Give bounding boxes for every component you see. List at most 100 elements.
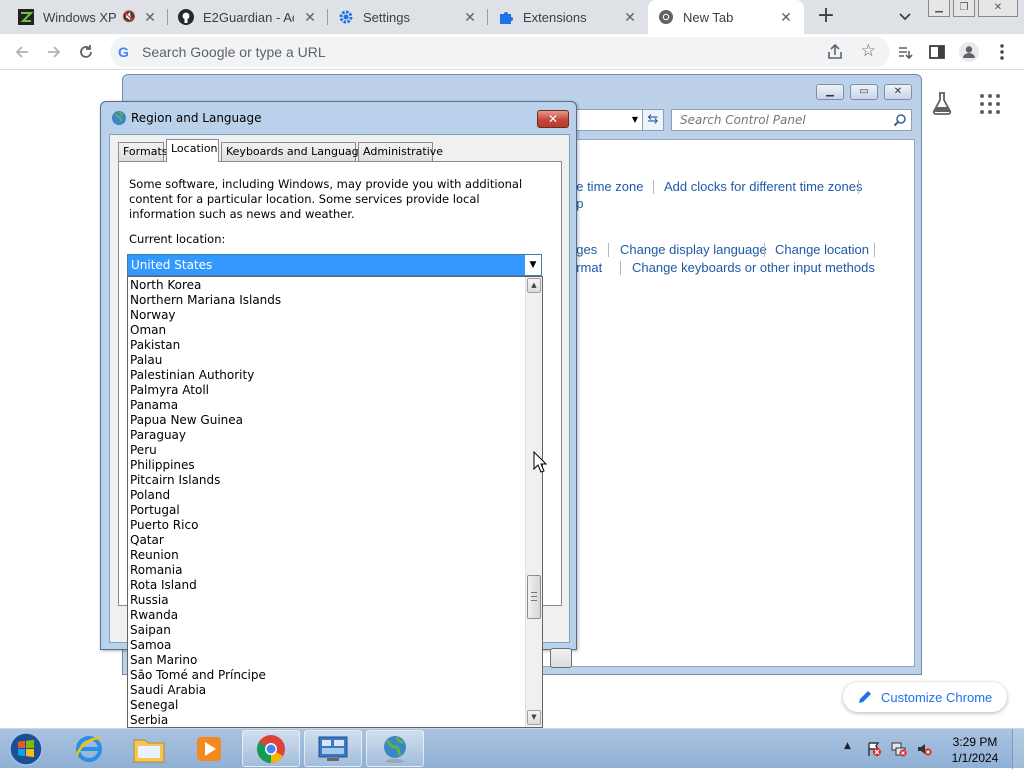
taskbar-file-explorer[interactable] (120, 730, 178, 767)
link-change-display-language[interactable]: Change display language (620, 242, 767, 257)
minimize-button[interactable]: ▁ (928, 0, 950, 17)
network-icon[interactable] (891, 741, 907, 757)
action-center-flag-icon[interactable] (866, 741, 882, 757)
zigzag-logo-icon (18, 9, 34, 25)
tab-e2guardian[interactable]: E2Guardian - Acc ✕ (168, 0, 328, 34)
scroll-up-button[interactable]: ▲ (527, 278, 541, 293)
close-tab-icon[interactable]: ✕ (142, 9, 158, 25)
taskbar-clock[interactable]: 3:29 PM 1/1/2024 (942, 734, 1008, 766)
location-option[interactable]: Qatar (130, 533, 164, 548)
apps-grid-icon[interactable] (980, 94, 1000, 114)
location-option[interactable]: Pakistan (130, 338, 180, 353)
refresh-icon[interactable]: ⇆ (642, 109, 664, 131)
bookmark-star-icon[interactable]: ☆ (861, 41, 876, 61)
close-tab-icon[interactable]: ✕ (778, 9, 794, 25)
tab-extensions[interactable]: Extensions ✕ (488, 0, 648, 34)
location-option[interactable]: Palmyra Atoll (130, 383, 209, 398)
location-option[interactable]: Portugal (130, 503, 180, 518)
location-option[interactable]: Saudi Arabia (130, 683, 206, 698)
location-combo[interactable]: United States ▼ (127, 254, 542, 276)
omnibox[interactable]: G Search Google or type a URL ☆ (110, 37, 890, 67)
link-add-clocks[interactable]: Add clocks for different time zones (664, 179, 862, 194)
location-option[interactable]: Rwanda (130, 608, 178, 623)
taskbar: ▲ 3:29 PM 1/1/2024 (0, 728, 1024, 769)
close-window-button[interactable]: ✕ (978, 0, 1018, 17)
location-option[interactable]: San Marino (130, 653, 197, 668)
location-option[interactable]: Senegal (130, 698, 178, 713)
show-desktop-button[interactable] (1012, 729, 1024, 769)
location-option[interactable]: Reunion (130, 548, 179, 563)
labs-flask-icon[interactable] (931, 91, 953, 115)
taskbar-internet-explorer[interactable] (60, 730, 118, 767)
location-option[interactable]: Philippines (130, 458, 195, 473)
location-option[interactable]: Paraguay (130, 428, 186, 443)
close-tab-icon[interactable]: ✕ (302, 9, 318, 25)
tab-formats[interactable]: Formats (118, 142, 168, 162)
location-option[interactable]: Panama (130, 398, 178, 413)
link-change-keyboards[interactable]: Change keyboards or other input methods (632, 260, 875, 275)
search-control-panel-input[interactable]: Search Control Panel (671, 109, 912, 131)
link-change-location[interactable]: Change location (775, 242, 869, 257)
tab-keyboards-and-languages[interactable]: Keyboards and Languages (221, 142, 371, 162)
mute-icon[interactable]: 🔇 (122, 10, 136, 23)
location-option[interactable]: Papua New Guinea (130, 413, 243, 428)
start-button[interactable] (4, 731, 48, 767)
location-option[interactable]: Norway (130, 308, 176, 323)
show-hidden-icons-icon[interactable]: ▲ (844, 741, 860, 757)
location-option[interactable]: Oman (130, 323, 166, 338)
menu-kebab-icon[interactable] (992, 42, 1012, 62)
customize-chrome-button[interactable]: Customize Chrome (843, 682, 1007, 712)
tab-new-tab[interactable]: New Tab ✕ (648, 0, 804, 34)
share-icon[interactable] (826, 43, 844, 61)
chevron-down-icon[interactable] (895, 8, 915, 26)
location-option[interactable]: Palau (130, 353, 162, 368)
reload-icon[interactable] (76, 42, 96, 62)
tab-settings[interactable]: Settings ✕ (328, 0, 488, 34)
ok-button[interactable] (550, 648, 572, 668)
location-option[interactable]: Samoa (130, 638, 171, 653)
location-option[interactable]: Russia (130, 593, 169, 608)
volume-muted-icon[interactable] (916, 741, 932, 757)
taskbar-chrome[interactable] (242, 730, 300, 767)
back-arrow-icon[interactable] (12, 42, 32, 62)
location-option[interactable]: Northern Mariana Islands (130, 293, 281, 308)
location-option[interactable]: Romania (130, 563, 182, 578)
taskbar-media-player[interactable] (180, 730, 238, 767)
profile-avatar-icon[interactable] (959, 42, 979, 62)
location-option[interactable]: North Korea (130, 278, 201, 293)
cp-minimize-button[interactable]: ▁ (816, 84, 844, 100)
new-tab-button[interactable]: + (815, 5, 837, 28)
dropdown-arrow-icon[interactable]: ▼ (632, 115, 638, 124)
dialog-close-button[interactable]: ✕ (537, 110, 569, 128)
dropdown-arrow-icon[interactable]: ▼ (525, 255, 541, 275)
location-option[interactable]: Palestinian Authority (130, 368, 254, 383)
cp-close-button[interactable]: ✕ (884, 84, 912, 100)
scroll-thumb[interactable] (527, 575, 541, 619)
location-option[interactable]: Puerto Rico (130, 518, 198, 533)
tab-location[interactable]: Location (166, 139, 219, 162)
link-time-zone[interactable]: ne time zone (569, 179, 643, 194)
vertical-scrollbar[interactable]: ▲ ▼ (525, 277, 542, 727)
location-option[interactable]: Rota Island (130, 578, 197, 593)
taskbar-region-language[interactable] (366, 730, 424, 767)
close-tab-icon[interactable]: ✕ (462, 9, 478, 25)
location-option[interactable]: Pitcairn Islands (130, 473, 220, 488)
close-tab-icon[interactable]: ✕ (622, 9, 638, 25)
taskbar-control-panel[interactable] (304, 730, 362, 767)
dialog-title: Region and Language (131, 111, 262, 125)
side-panel-icon[interactable] (927, 42, 947, 62)
location-option[interactable]: São Tomé and Príncipe (130, 668, 266, 683)
tab-administrative[interactable]: Administrative (358, 142, 443, 162)
location-option[interactable]: Saipan (130, 623, 171, 638)
mouse-cursor-icon (533, 450, 548, 473)
location-dropdown-list[interactable]: North Korea Northern Mariana Islands Norwa… (127, 276, 543, 728)
restore-button[interactable]: ❐ (953, 0, 975, 17)
tab-windows-xp[interactable]: Windows XP 🔇 ✕ (8, 0, 168, 34)
reading-list-icon[interactable] (895, 42, 915, 62)
location-option[interactable]: Peru (130, 443, 157, 458)
location-option[interactable]: Serbia (130, 713, 168, 727)
cp-maximize-button[interactable]: ▭ (850, 84, 878, 100)
forward-arrow-icon[interactable] (44, 42, 64, 62)
location-option[interactable]: Poland (130, 488, 170, 503)
scroll-down-button[interactable]: ▼ (527, 710, 541, 725)
